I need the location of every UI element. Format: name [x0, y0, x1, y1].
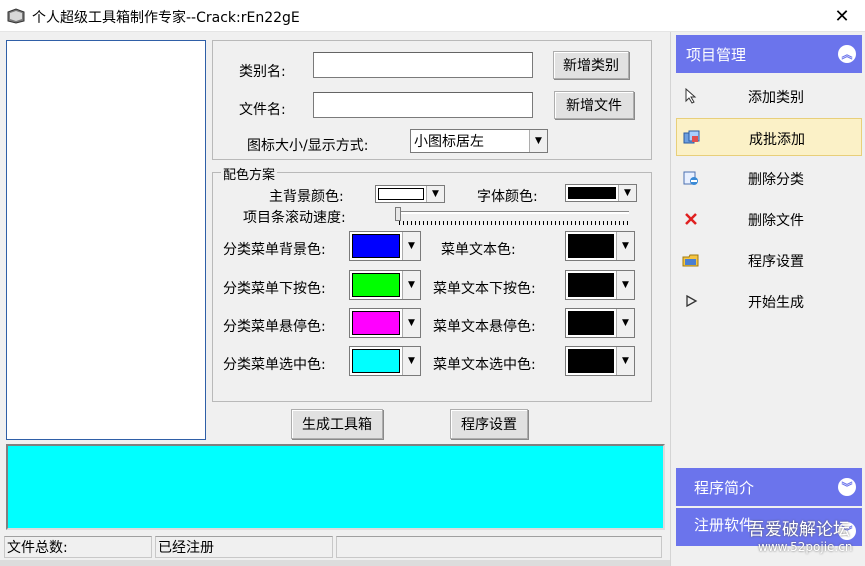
- left-color-picker[interactable]: ▼: [349, 270, 421, 300]
- watermark-text: 吾爱破解论坛: [748, 520, 850, 540]
- left-color-label: 分类菜单选中色:: [223, 357, 326, 373]
- main-bg-color-picker[interactable]: ▼: [375, 185, 445, 203]
- add-file-button[interactable]: 新增文件: [554, 91, 634, 119]
- chevron-down-icon: ▼: [402, 271, 420, 299]
- right-color-picker[interactable]: ▼: [565, 270, 635, 300]
- chevron-down-icon: ▼: [402, 232, 420, 260]
- panel-item-label: 删除分类: [748, 172, 804, 188]
- left-color-swatch: [352, 273, 400, 297]
- left-color-label: 分类菜单背景色:: [223, 242, 326, 258]
- panel-item-label: 成批添加: [749, 132, 805, 148]
- add-category-button[interactable]: 新增类别: [553, 51, 629, 79]
- color-scheme-legend: 配色方案: [221, 164, 278, 183]
- program-intro-header[interactable]: 程序简介 ︾: [676, 468, 862, 506]
- file-name-input[interactable]: [313, 92, 533, 118]
- panel-item-batch-add[interactable]: 成批添加: [676, 118, 862, 156]
- chevron-down-icon: ▼: [402, 309, 420, 337]
- panel-item-delete-category[interactable]: 删除分类: [676, 159, 862, 197]
- batch-add-icon: [683, 129, 701, 147]
- program-intro-title: 程序简介: [694, 478, 755, 497]
- program-settings-button[interactable]: 程序设置: [450, 409, 528, 439]
- register-title: 注册软件: [694, 516, 755, 534]
- project-panel: 项目管理 ︽ 添加类别 成批添加 删除分类 删除文件 程序设置 开始生成 程序简…: [670, 32, 865, 566]
- right-color-swatch: [568, 273, 614, 297]
- right-color-label: 菜单文本色:: [441, 242, 516, 258]
- left-color-label: 分类菜单下按色:: [223, 281, 326, 297]
- left-color-swatch: [352, 349, 400, 373]
- color-scheme-group: 配色方案 主背景颜色: ▼ 字体颜色: ▼ 项目条滚动速度: 分类菜单背景色: …: [212, 164, 652, 402]
- panel-item-delete-file[interactable]: 删除文件: [676, 200, 862, 238]
- cursor-icon: [682, 87, 700, 105]
- panel-item-start-generate[interactable]: 开始生成: [676, 282, 862, 320]
- panel-item-program-settings[interactable]: 程序设置: [676, 241, 862, 279]
- chevron-down-icon: ▼: [618, 185, 636, 201]
- panel-item-label: 添加类别: [748, 90, 804, 106]
- right-color-picker[interactable]: ▼: [565, 231, 635, 261]
- chevron-down-icon: ▼: [616, 271, 634, 299]
- play-icon: [682, 292, 700, 310]
- right-color-swatch: [568, 234, 614, 258]
- right-color-label: 菜单文本选中色:: [433, 357, 536, 373]
- scroll-speed-label: 项目条滚动速度:: [243, 210, 346, 226]
- panel-item-label: 程序设置: [748, 254, 804, 270]
- chevron-down-icon: ▼: [426, 186, 444, 202]
- font-color-picker[interactable]: ▼: [565, 184, 637, 202]
- left-color-swatch: [352, 234, 400, 258]
- left-color-picker[interactable]: ▼: [349, 231, 421, 261]
- right-color-label: 菜单文本下按色:: [433, 281, 536, 297]
- expand-chevron-icon[interactable]: ︾: [838, 478, 856, 496]
- font-color-swatch: [568, 187, 616, 199]
- right-color-picker[interactable]: ▼: [565, 346, 635, 376]
- left-color-picker[interactable]: ▼: [349, 346, 421, 376]
- category-tree[interactable]: [6, 40, 206, 440]
- chevron-down-icon: ▼: [402, 347, 420, 375]
- icon-size-label: 图标大小/显示方式:: [247, 138, 369, 154]
- panel-item-label: 删除文件: [748, 213, 804, 229]
- right-color-picker[interactable]: ▼: [565, 308, 635, 338]
- log-area: [6, 444, 665, 530]
- chevron-down-icon: ▼: [616, 232, 634, 260]
- status-extra: [336, 536, 662, 558]
- left-color-label: 分类菜单悬停色:: [223, 319, 326, 335]
- window-title: 个人超级工具箱制作专家--Crack:rEn22gE: [32, 10, 300, 26]
- app-book-icon: [7, 8, 25, 24]
- title-bar: 个人超级工具箱制作专家--Crack:rEn22gE ✕: [0, 0, 865, 32]
- category-name-label: 类别名:: [239, 64, 286, 80]
- project-management-header[interactable]: 项目管理 ︽: [676, 35, 862, 73]
- icon-size-select[interactable]: 小图标居左 ▼: [410, 129, 548, 153]
- right-color-label: 菜单文本悬停色:: [433, 319, 536, 335]
- chevron-down-icon: ▼: [529, 130, 547, 152]
- chevron-down-icon: ▼: [616, 347, 634, 375]
- panel-item-label: 开始生成: [748, 295, 804, 311]
- collapse-chevron-icon[interactable]: ︽: [838, 45, 856, 63]
- scroll-speed-track: [397, 211, 629, 214]
- category-name-input[interactable]: [313, 52, 533, 78]
- left-color-picker[interactable]: ▼: [349, 308, 421, 338]
- right-color-swatch: [568, 349, 614, 373]
- bottom-strip: [0, 560, 670, 566]
- right-color-swatch: [568, 311, 614, 335]
- project-management-title: 项目管理: [686, 45, 747, 64]
- delete-category-icon: [682, 169, 700, 187]
- status-registered: 已经注册: [155, 536, 333, 558]
- delete-x-icon: [682, 210, 700, 228]
- close-button[interactable]: ✕: [819, 0, 865, 32]
- file-name-label: 文件名:: [239, 102, 286, 118]
- chevron-down-icon: ▼: [616, 309, 634, 337]
- main-bg-color-label: 主背景颜色:: [269, 189, 344, 205]
- scroll-speed-thumb[interactable]: [395, 207, 401, 221]
- left-color-swatch: [352, 311, 400, 335]
- font-color-label: 字体颜色:: [477, 189, 538, 205]
- panel-item-add-category[interactable]: 添加类别: [676, 77, 862, 115]
- main-bg-color-swatch: [378, 188, 424, 200]
- close-icon: ✕: [834, 5, 850, 27]
- settings-folder-icon: [682, 251, 700, 269]
- item-form-group: 类别名: 新增类别 文件名: 新增文件 图标大小/显示方式: 小图标居左 ▼: [212, 40, 652, 160]
- scroll-speed-ticks: [399, 221, 629, 225]
- icon-size-value: 小图标居左: [414, 134, 484, 150]
- status-file-count: 文件总数:: [4, 536, 152, 558]
- generate-toolbox-button[interactable]: 生成工具箱: [291, 409, 383, 439]
- watermark-url: www.52pojie.cn: [758, 540, 853, 554]
